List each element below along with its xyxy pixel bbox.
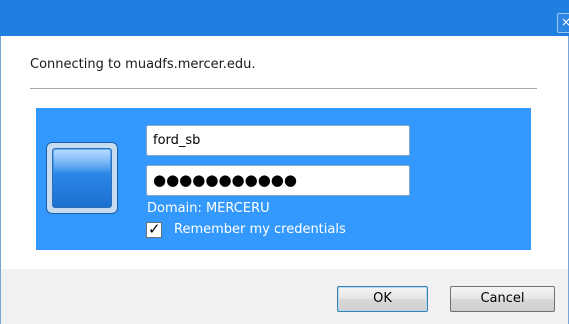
separator <box>30 88 537 89</box>
close-icon: × <box>560 15 569 29</box>
cancel-button[interactable]: Cancel <box>450 286 555 312</box>
close-button[interactable]: × <box>557 13 569 33</box>
user-tile-icon-shine <box>54 150 110 172</box>
domain-label: Domain: MERCERU <box>147 201 270 216</box>
check-icon: ✓ <box>148 220 161 238</box>
title-bar: × <box>0 0 569 36</box>
credentials-dialog: × Connecting to muadfs.mercer.edu. ford_… <box>0 0 569 324</box>
remember-label[interactable]: Remember my credentials <box>174 221 346 239</box>
connecting-message: Connecting to muadfs.mercer.edu. <box>30 57 256 72</box>
user-tile-icon <box>46 142 118 214</box>
username-field[interactable]: ford_sb <box>146 125 410 156</box>
ok-button[interactable]: OK <box>337 286 428 312</box>
remember-checkbox[interactable]: ✓ <box>146 220 162 238</box>
password-field[interactable]: ●●●●●●●●●●● <box>146 165 410 196</box>
credential-tile[interactable]: ford_sb ●●●●●●●●●●● Domain: MERCERU ✓ Re… <box>36 108 531 250</box>
